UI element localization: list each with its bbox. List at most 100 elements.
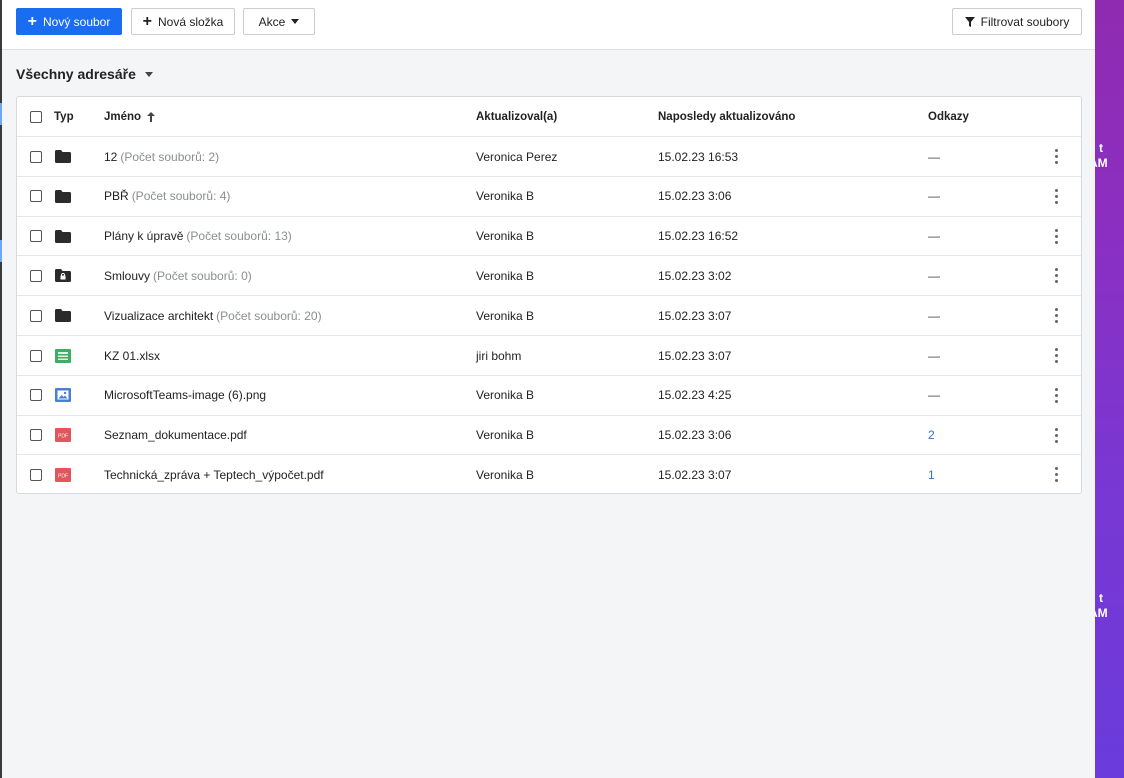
table-row[interactable]: Vizualizace architekt (Počet souborů: 20)… xyxy=(17,295,1081,335)
links-count: — xyxy=(928,268,940,283)
row-menu-button[interactable] xyxy=(1050,256,1062,295)
row-checkbox[interactable] xyxy=(30,389,42,402)
table-row[interactable]: KZ 01.xlsx jiri bohm 15.02.23 3:07 — xyxy=(17,335,1081,375)
desktop-background: t AM t AM xyxy=(1095,0,1124,778)
spreadsheet-icon xyxy=(55,336,71,375)
row-menu-button[interactable] xyxy=(1050,137,1062,176)
file-name[interactable]: KZ 01.xlsx xyxy=(104,349,160,363)
desktop-clock-text: t AM xyxy=(1095,141,1108,170)
row-checkbox[interactable] xyxy=(30,309,42,322)
updated-by: Veronika B xyxy=(476,388,535,403)
directory-selector[interactable]: Všechny adresáře xyxy=(16,66,153,82)
filter-files-button[interactable]: Filtrovat soubory xyxy=(952,8,1082,35)
table-row[interactable]: PDF Seznam_dokumentace.pdf Veronika B 15.02… xyxy=(17,414,1081,455)
file-name[interactable]: MicrosoftTeams-image (6).png xyxy=(104,388,266,402)
links-count: — xyxy=(928,348,940,363)
row-menu-button[interactable] xyxy=(1050,177,1062,216)
file-name[interactable]: Technická_zpráva + Teptech_výpočet.pdf xyxy=(104,468,324,482)
table-header-row: Typ Jméno Aktualizoval(a) Naposledy aktu… xyxy=(17,97,1081,137)
files-table: Typ Jméno Aktualizoval(a) Naposledy aktu… xyxy=(16,96,1082,494)
folder-icon xyxy=(55,177,71,216)
last-updated: 15.02.23 3:06 xyxy=(658,428,732,443)
links-count[interactable]: 2 xyxy=(928,428,935,442)
file-name[interactable]: Vizualizace architekt xyxy=(104,309,213,323)
file-name-cell[interactable]: KZ 01.xlsx xyxy=(104,336,163,375)
updated-by: Veronika B xyxy=(476,229,535,244)
row-checkbox[interactable] xyxy=(30,150,42,163)
file-name[interactable]: PBŘ xyxy=(104,189,129,203)
more-vertical-icon xyxy=(1054,427,1058,443)
row-menu-button[interactable] xyxy=(1050,455,1062,493)
new-folder-label: Nová složka xyxy=(157,14,224,29)
last-updated: 15.02.23 4:25 xyxy=(658,388,732,403)
file-name-cell[interactable]: Seznam_dokumentace.pdf xyxy=(104,416,250,455)
plus-icon: + xyxy=(27,12,37,30)
row-menu-button[interactable] xyxy=(1050,376,1062,415)
last-updated: 15.02.23 3:07 xyxy=(658,348,732,363)
file-name-cell[interactable]: MicrosoftTeams-image (6).png xyxy=(104,376,269,415)
links-count: — xyxy=(928,388,940,403)
filter-icon xyxy=(964,16,975,27)
file-name[interactable]: 12 xyxy=(104,150,117,164)
file-name[interactable]: Smlouvy xyxy=(104,269,150,283)
file-name[interactable]: Plány k úpravě xyxy=(104,229,183,243)
row-checkbox[interactable] xyxy=(30,349,42,362)
table-row[interactable]: 12 (Počet souborů: 2) Veronica Perez 15.02.… xyxy=(17,136,1081,176)
column-header-updated-by[interactable]: Aktualizoval(a) xyxy=(476,111,557,123)
folder-icon xyxy=(55,137,71,176)
file-count: (Počet souborů: 20) xyxy=(216,308,322,323)
more-vertical-icon xyxy=(1054,308,1058,324)
file-name[interactable]: Seznam_dokumentace.pdf xyxy=(104,428,247,442)
row-checkbox[interactable] xyxy=(30,468,42,481)
last-updated: 15.02.23 3:07 xyxy=(658,467,732,482)
more-vertical-icon xyxy=(1054,188,1058,204)
file-name-cell[interactable]: PBŘ (Počet souborů: 4) xyxy=(104,177,230,216)
row-menu-button[interactable] xyxy=(1050,217,1062,256)
more-vertical-icon xyxy=(1054,387,1058,403)
updated-by: Veronica Perez xyxy=(476,149,558,164)
more-vertical-icon xyxy=(1054,228,1058,244)
row-menu-button[interactable] xyxy=(1050,416,1062,455)
row-checkbox[interactable] xyxy=(30,190,42,203)
row-menu-button[interactable] xyxy=(1050,296,1062,335)
file-name-cell[interactable]: Technická_zpráva + Teptech_výpočet.pdf xyxy=(104,455,327,493)
file-name-cell[interactable]: Smlouvy (Počet souborů: 0) xyxy=(104,256,252,295)
file-name-cell[interactable]: Vizualizace architekt (Počet souborů: 20) xyxy=(104,296,322,335)
column-header-name[interactable]: Jméno xyxy=(104,97,156,137)
file-count: (Počet souborů: 4) xyxy=(131,189,231,204)
file-name-cell[interactable]: 12 (Počet souborů: 2) xyxy=(104,137,219,176)
chevron-down-icon xyxy=(291,19,300,24)
more-vertical-icon xyxy=(1054,268,1058,284)
updated-by: Veronika B xyxy=(476,189,535,204)
column-header-last-updated[interactable]: Naposledy aktualizováno xyxy=(658,111,795,123)
updated-by: jiri bohm xyxy=(476,348,522,363)
new-folder-button[interactable]: + Nová složka xyxy=(131,8,235,35)
table-row[interactable]: Smlouvy (Počet souborů: 0) Veronika B 15.02… xyxy=(17,255,1081,295)
last-updated: 15.02.23 3:06 xyxy=(658,189,732,204)
pdf-icon: PDF xyxy=(55,455,71,493)
row-checkbox[interactable] xyxy=(30,429,42,442)
file-name-cell[interactable]: Plány k úpravě (Počet souborů: 13) xyxy=(104,217,292,256)
table-row[interactable]: PDF Technická_zpráva + Teptech_výpočet.pd… xyxy=(17,454,1081,493)
select-all-checkbox[interactable] xyxy=(30,111,42,123)
desktop-clock-text: t AM xyxy=(1095,591,1108,620)
new-file-button[interactable]: + Nový soubor xyxy=(16,8,122,35)
links-count: — xyxy=(928,308,940,323)
links-count[interactable]: 1 xyxy=(928,468,935,482)
pdf-icon: PDF xyxy=(55,416,71,455)
last-updated: 15.02.23 3:07 xyxy=(658,308,732,323)
image-file-icon xyxy=(55,376,71,415)
row-checkbox[interactable] xyxy=(30,230,42,243)
column-header-type: Typ xyxy=(54,111,74,123)
row-menu-button[interactable] xyxy=(1050,336,1062,375)
table-row[interactable]: MicrosoftTeams-image (6).png Veronika B 15… xyxy=(17,374,1081,415)
row-checkbox[interactable] xyxy=(30,269,42,282)
column-header-links[interactable]: Odkazy xyxy=(928,111,969,123)
table-row[interactable]: PBŘ (Počet souborů: 4) Veronika B 15.02.23 … xyxy=(17,175,1081,216)
updated-by: Veronika B xyxy=(476,268,535,283)
svg-text:PDF: PDF xyxy=(58,473,68,479)
column-header-name-label: Jméno xyxy=(104,111,142,123)
table-row[interactable]: Plány k úpravě (Počet souborů: 13) Veronik… xyxy=(17,215,1081,256)
actions-label: Akce xyxy=(258,14,286,29)
actions-dropdown[interactable]: Akce xyxy=(243,8,315,35)
